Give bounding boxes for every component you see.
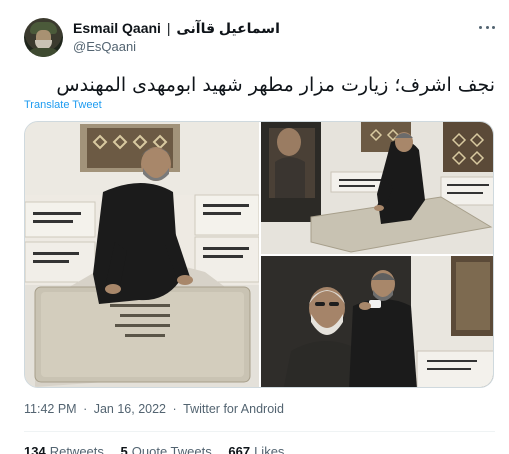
name-separator: | bbox=[166, 20, 171, 36]
author-handle[interactable]: @EsQaani bbox=[73, 39, 136, 54]
divider bbox=[24, 431, 495, 432]
tweet-source[interactable]: Twitter for Android bbox=[183, 402, 284, 416]
photo-kneeling-illustration bbox=[25, 122, 259, 387]
avatar-body bbox=[27, 48, 60, 57]
retweets-stat[interactable]: 134 Retweets bbox=[24, 444, 104, 454]
photo-standing-illustration bbox=[261, 256, 493, 387]
tweet-meta: 11:42 PM · Jan 16, 2022 · Twitter for An… bbox=[24, 402, 284, 416]
quotes-count: 5 bbox=[120, 444, 128, 454]
meta-dot: · bbox=[83, 402, 88, 416]
tweet-time[interactable]: 11:42 PM bbox=[24, 402, 77, 416]
more-dot bbox=[479, 25, 482, 29]
tweet-date[interactable]: Jan 16, 2022 bbox=[94, 402, 166, 416]
retweets-count: 134 bbox=[24, 444, 46, 454]
photo-kneeling-at-tomb[interactable] bbox=[25, 122, 259, 387]
photo-two-men-standing[interactable] bbox=[261, 256, 493, 387]
avatar[interactable] bbox=[24, 18, 63, 57]
more-horizontal-icon[interactable] bbox=[479, 22, 495, 32]
photo-kneeling-side-view[interactable] bbox=[261, 122, 493, 254]
more-dot bbox=[492, 25, 495, 29]
tweet-stats: 134 Retweets 5 Quote Tweets 667 Likes bbox=[24, 444, 297, 454]
quotes-label: Quote Tweets bbox=[131, 444, 212, 454]
tweet-text: نجف اشرف؛ زیارت مزار مطهر شهید ابومهدی ا… bbox=[56, 74, 495, 96]
likes-count: 667 bbox=[228, 444, 251, 454]
translate-tweet-link[interactable]: Translate Tweet bbox=[24, 99, 102, 111]
photo-side-illustration bbox=[261, 122, 493, 254]
likes-stat[interactable]: 667 Likes bbox=[228, 444, 284, 454]
likes-label: Likes bbox=[254, 444, 285, 454]
retweets-label: Retweets bbox=[49, 444, 104, 454]
tweet: Esmail Qaani | اسماعیل قاآنی @EsQaani نج… bbox=[0, 0, 509, 454]
display-name-persian[interactable]: اسماعیل قاآنی bbox=[176, 20, 280, 36]
more-dot bbox=[485, 25, 489, 29]
meta-dot: · bbox=[172, 402, 177, 416]
display-name[interactable]: Esmail Qaani bbox=[73, 20, 161, 36]
media-grid bbox=[24, 121, 494, 388]
author-name[interactable]: Esmail Qaani | اسماعیل قاآنی bbox=[73, 20, 280, 37]
quote-tweets-stat[interactable]: 5 Quote Tweets bbox=[121, 444, 212, 454]
